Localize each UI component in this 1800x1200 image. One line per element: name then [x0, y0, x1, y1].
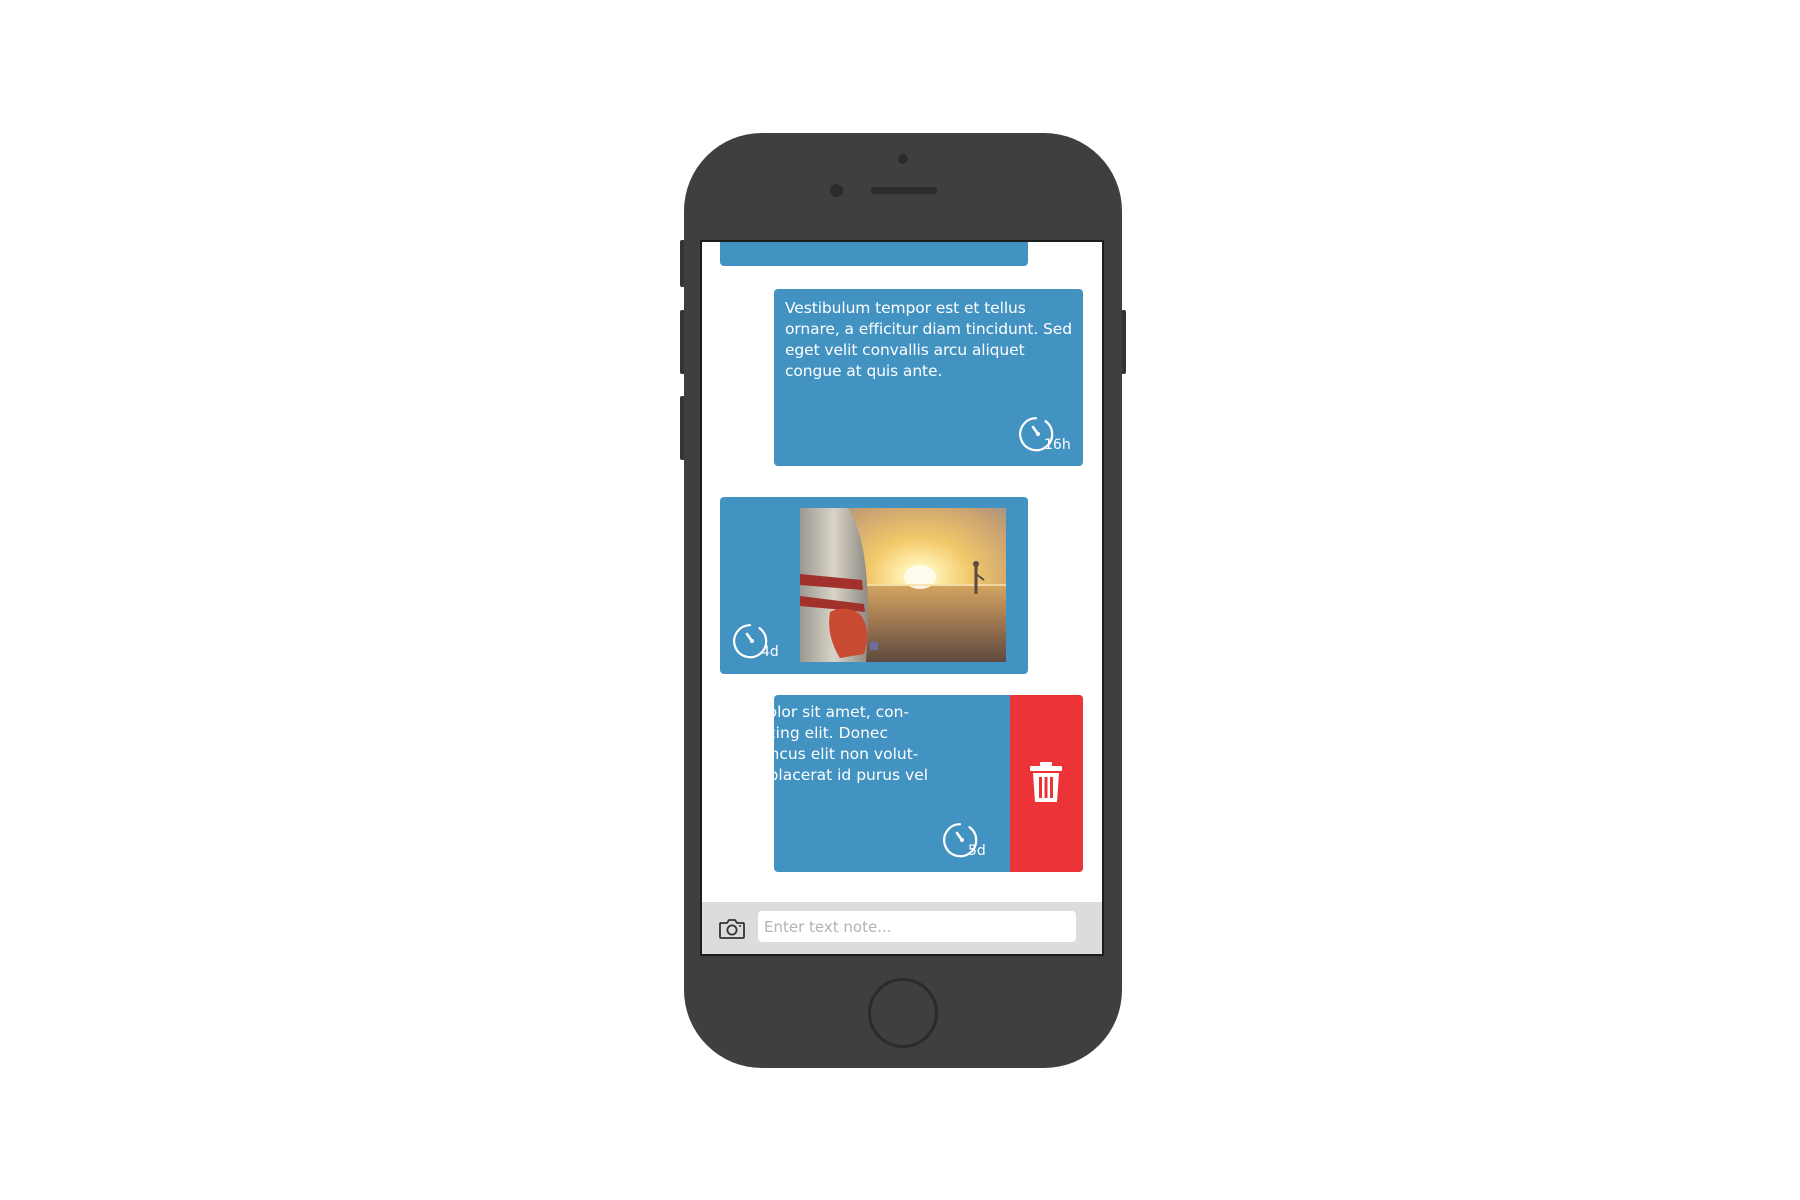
- expiry-timer: 5d: [940, 817, 996, 861]
- timer-label: 16h: [1044, 437, 1071, 453]
- timer-label: 4d: [761, 644, 779, 660]
- message-bubble-text[interactable]: Vestibulum tempor est et tellus ornare, …: [774, 289, 1083, 466]
- expiry-timer: 16h: [1016, 411, 1072, 455]
- trash-icon: [1030, 762, 1062, 802]
- message-line: asellus placerat id purus vel: [774, 766, 929, 784]
- camera-button[interactable]: [718, 916, 746, 942]
- photo-graphic: [800, 508, 1006, 662]
- timer-label: 5d: [968, 843, 986, 859]
- message-bubble-partial[interactable]: [720, 242, 1028, 266]
- message-line: que rhoncus elit non volut-: [774, 745, 919, 763]
- phone-screen: Vestibulum tempor est et tellus ornare, …: [700, 240, 1104, 956]
- message-line: r adipiscing elit. Donec: [774, 724, 888, 742]
- stage: Vestibulum tempor est et tellus ornare, …: [0, 0, 1800, 1200]
- message-text-swiped: psum dolor sit amet, con- r adipiscing e…: [774, 702, 1010, 786]
- expiry-timer: 4d: [730, 618, 786, 662]
- home-button[interactable]: [868, 978, 938, 1048]
- note-input[interactable]: [758, 911, 1076, 942]
- message-bubble-swiped[interactable]: psum dolor sit amet, con- r adipiscing e…: [774, 695, 1083, 872]
- delete-button[interactable]: [1010, 695, 1083, 872]
- message-bubble-image[interactable]: 4d: [720, 497, 1028, 674]
- compose-bar: [702, 902, 1102, 954]
- beach-sunset-photo[interactable]: [800, 508, 1006, 662]
- camera-icon: [719, 919, 745, 939]
- earpiece-speaker: [871, 187, 937, 194]
- proximity-sensor: [830, 184, 843, 197]
- front-camera: [898, 154, 908, 164]
- message-text: Vestibulum tempor est et tellus ornare, …: [785, 299, 1072, 380]
- message-line: psum dolor sit amet, con-: [774, 703, 910, 721]
